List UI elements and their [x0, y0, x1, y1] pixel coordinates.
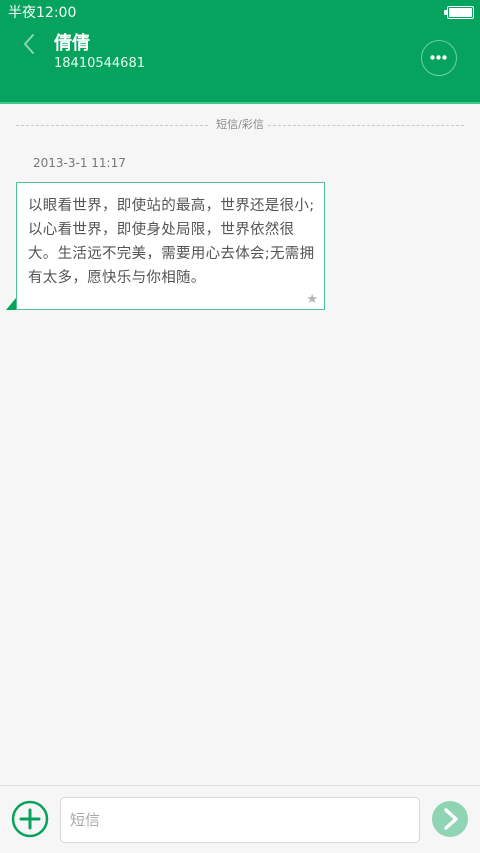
compose-bar — [0, 785, 480, 853]
battery-icon — [444, 6, 474, 19]
send-arrow-icon — [432, 801, 468, 837]
add-attachment-button[interactable] — [11, 800, 49, 838]
contact-number: 18410544681 — [54, 56, 145, 71]
bubble-tail — [6, 298, 16, 310]
message-type-divider: 短信/彩信 — [16, 116, 464, 134]
star-icon[interactable]: ★ — [306, 293, 318, 306]
back-button[interactable] — [18, 31, 42, 57]
plus-circle-icon — [11, 800, 49, 838]
send-button[interactable] — [432, 801, 468, 837]
app-header: 半夜12:00 倩倩 18410544681 — [0, 0, 480, 104]
message-timestamp: 2013-3-1 11:17 — [33, 156, 126, 170]
message-bubble[interactable]: 以眼看世界，即使站的最高，世界还是很小;以心看世界，即使身处局限，世界依然很大。… — [16, 182, 325, 310]
message-text: 以眼看世界，即使站的最高，世界还是很小;以心看世界，即使身处局限，世界依然很大。… — [28, 198, 315, 286]
divider-line-right — [268, 125, 464, 126]
more-dots-icon — [430, 55, 447, 60]
sms-input[interactable] — [60, 797, 420, 843]
contact-name: 倩倩 — [54, 33, 90, 54]
chevron-left-icon — [24, 34, 34, 54]
status-bar-time: 半夜12:00 — [8, 5, 77, 21]
more-options-button[interactable] — [421, 40, 457, 76]
